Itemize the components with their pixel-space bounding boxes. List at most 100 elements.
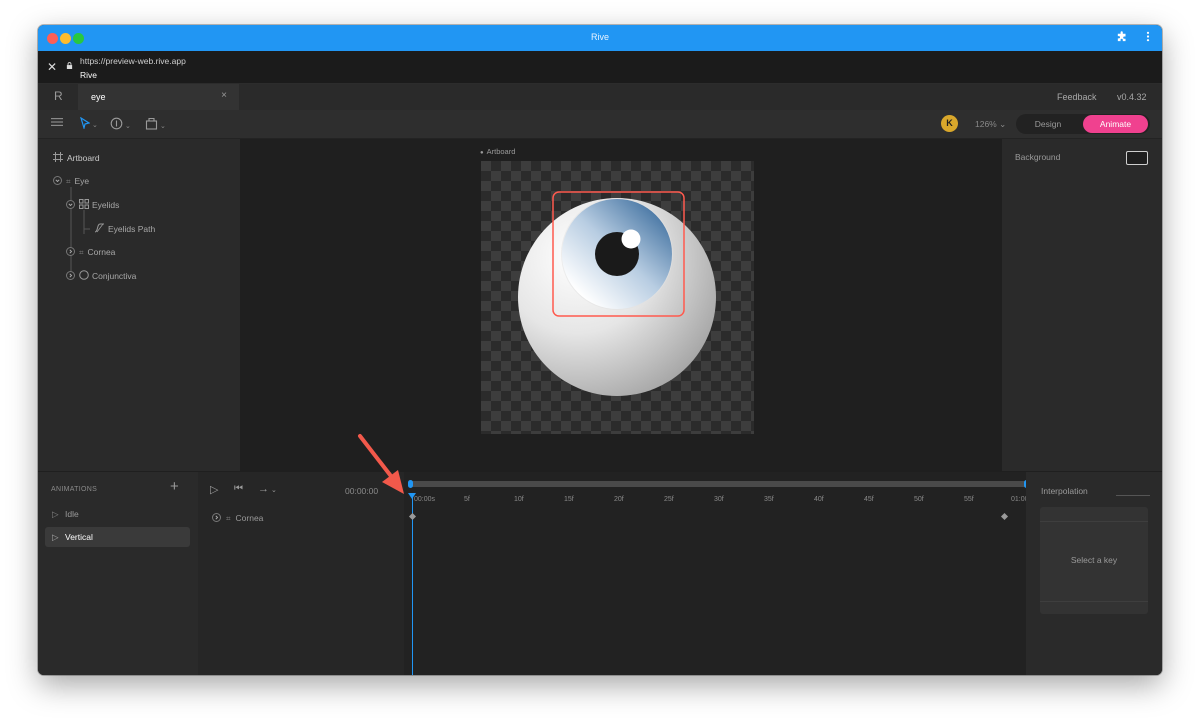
hierarchy-item-conjunctiva[interactable]: Conjunctiva bbox=[66, 270, 136, 281]
track-label: Cornea bbox=[235, 513, 264, 523]
expand-toggle-icon[interactable] bbox=[53, 176, 62, 185]
feedback-link[interactable]: Feedback bbox=[1057, 92, 1097, 102]
track-row-cornea[interactable]: ⌗ Cornea bbox=[212, 513, 263, 524]
artboard-label-text: Artboard bbox=[486, 147, 516, 156]
expand-toggle-icon[interactable] bbox=[66, 200, 75, 209]
animation-label: Vertical bbox=[65, 532, 93, 542]
more-menu-icon[interactable] bbox=[1146, 31, 1150, 44]
add-animation-button[interactable]: + bbox=[170, 478, 179, 495]
hierarchy-item-eye[interactable]: ⌗ Eye bbox=[53, 176, 89, 187]
hierarchy-label: Eyelids bbox=[92, 200, 120, 210]
design-mode-button[interactable]: Design bbox=[1016, 114, 1080, 134]
artboard-dot-icon: ● bbox=[480, 150, 484, 156]
title-bar: Rive bbox=[38, 25, 1162, 51]
play-icon: ▷ bbox=[52, 509, 59, 519]
group-icon: ⌗ bbox=[79, 248, 84, 257]
interpolation-graph[interactable]: Select a key bbox=[1040, 507, 1148, 614]
keyframe[interactable] bbox=[1000, 512, 1009, 521]
interpolation-panel: Interpolation Select a key bbox=[1026, 472, 1162, 675]
select-key-message: Select a key bbox=[1070, 555, 1118, 565]
animation-label: Idle bbox=[65, 509, 79, 519]
tab-bar: R eye × Feedback v0.4.32 bbox=[38, 84, 1162, 110]
group-icon: ⌗ bbox=[226, 514, 231, 523]
url-bar: ✕ https://preview-web.rive.app Rive bbox=[38, 51, 1162, 84]
hierarchy-label: Eyelids Path bbox=[108, 224, 156, 234]
expand-toggle-icon[interactable] bbox=[66, 271, 75, 280]
annotation-arrow-icon bbox=[358, 434, 404, 494]
close-icon[interactable]: ✕ bbox=[47, 60, 57, 74]
chevron-down-icon: ⌄ bbox=[92, 121, 98, 129]
select-tool-button[interactable]: ⌄ bbox=[79, 116, 98, 132]
hierarchy-label: Artboard bbox=[67, 153, 100, 163]
background-label: Background bbox=[1015, 152, 1061, 162]
tab-close-icon[interactable]: × bbox=[221, 90, 227, 101]
timeline-tick: 01:00 bbox=[1011, 496, 1026, 503]
hierarchy-panel: Artboard ⌗ Eye Eyelids Eyelids Path ⌗ Corn… bbox=[38, 139, 240, 471]
page-title: Rive bbox=[80, 70, 98, 80]
timeline-tick: 20f bbox=[614, 496, 624, 503]
skip-to-start-button[interactable]: ⏮ bbox=[234, 483, 243, 494]
chevron-down-icon: ⌄ bbox=[160, 122, 166, 130]
lock-icon bbox=[66, 62, 73, 69]
timeline-tick: 25f bbox=[664, 496, 674, 503]
path-icon bbox=[94, 223, 104, 233]
keyframe[interactable] bbox=[408, 512, 417, 521]
timeline-tick: 55f bbox=[964, 496, 974, 503]
animation-item-vertical[interactable]: ▷ Vertical bbox=[45, 527, 190, 547]
circle-tool-icon bbox=[110, 117, 123, 130]
timeline-tick: 45f bbox=[864, 496, 874, 503]
loop-mode-dropdown[interactable]: → ⌄ bbox=[258, 483, 277, 495]
artboard[interactable] bbox=[481, 161, 754, 434]
timeline-tick: 15f bbox=[564, 496, 574, 503]
timeline[interactable]: 00:00s 5f 10f 15f 20f 25f 30f 35f 40f 45… bbox=[404, 472, 1029, 675]
hierarchy-label: Eye bbox=[74, 176, 90, 186]
hierarchy-label: Cornea bbox=[87, 247, 116, 257]
timeline-tick: 10f bbox=[514, 496, 524, 503]
artboard-icon bbox=[53, 152, 63, 162]
timeline-range-scrollbar[interactable] bbox=[408, 480, 1029, 488]
hierarchy-item-eyelids[interactable]: Eyelids bbox=[66, 199, 119, 210]
extensions-icon[interactable] bbox=[1116, 31, 1127, 44]
interpolation-heading: Interpolation bbox=[1041, 486, 1088, 496]
toolbar: ⌄ ⌄ ⌄ K 126% ⌄ Design Animate bbox=[38, 110, 1162, 139]
timeline-tick: 50f bbox=[914, 496, 924, 503]
url-text[interactable]: https://preview-web.rive.app bbox=[80, 56, 186, 66]
cornea-highlight[interactable] bbox=[621, 229, 641, 249]
animations-list-panel: ANIMATIONS + ▷ Idle ▷ Vertical bbox=[38, 472, 198, 675]
rive-logo-icon[interactable]: R bbox=[54, 89, 63, 103]
hierarchy-item-cornea[interactable]: ⌗ Cornea bbox=[66, 247, 115, 258]
inspector-panel: Background bbox=[1002, 139, 1162, 471]
expand-toggle-icon[interactable] bbox=[212, 513, 221, 522]
box-icon bbox=[145, 117, 158, 130]
background-color-swatch[interactable] bbox=[1126, 151, 1148, 165]
timeline-tick: 00:00s bbox=[414, 496, 436, 503]
stage-canvas[interactable]: ● Artboard bbox=[240, 139, 1002, 471]
keys-panel: ▷ ⏮ → ⌄ 00:00:00 ⌗ Cornea 00:00s 5f 10f 15… bbox=[198, 472, 1029, 675]
graph-guide-line bbox=[1040, 601, 1148, 602]
shape-icon bbox=[79, 199, 89, 209]
zoom-dropdown[interactable]: 126% ⌄ bbox=[975, 119, 1006, 130]
version-label: v0.4.32 bbox=[1117, 92, 1147, 102]
file-tab-eye[interactable]: eye × bbox=[78, 84, 239, 110]
cursor-icon bbox=[79, 116, 91, 131]
animations-heading: ANIMATIONS bbox=[51, 486, 98, 493]
user-avatar[interactable]: K bbox=[941, 115, 958, 132]
expand-toggle-icon[interactable] bbox=[66, 247, 75, 256]
bone-tool-button[interactable]: ⌄ bbox=[110, 117, 131, 133]
artboard-name-label[interactable]: ● Artboard bbox=[480, 147, 515, 156]
play-button[interactable]: ▷ bbox=[210, 483, 218, 496]
tab-label: eye bbox=[91, 92, 106, 102]
ellipse-icon bbox=[79, 270, 89, 280]
animate-mode-button[interactable]: Animate bbox=[1083, 115, 1148, 133]
hierarchy-label: Conjunctiva bbox=[92, 271, 137, 281]
animation-panel: ANIMATIONS + ▷ Idle ▷ Vertical ▷ ⏮ → ⌄ 00… bbox=[38, 472, 1162, 675]
timeline-tick: 5f bbox=[464, 496, 470, 503]
hierarchy-item-eyelids-path[interactable]: Eyelids Path bbox=[94, 223, 155, 234]
shape-tool-button[interactable]: ⌄ bbox=[145, 117, 166, 133]
animation-item-idle[interactable]: ▷ Idle bbox=[45, 504, 190, 524]
timeline-tick: 40f bbox=[814, 496, 824, 503]
hamburger-menu-icon[interactable] bbox=[51, 117, 63, 129]
chevron-down-icon: ⌄ bbox=[125, 122, 131, 130]
app-window: Rive ✕ https://preview-web.rive.app Rive… bbox=[38, 25, 1162, 675]
hierarchy-item-artboard[interactable]: Artboard bbox=[53, 152, 100, 163]
